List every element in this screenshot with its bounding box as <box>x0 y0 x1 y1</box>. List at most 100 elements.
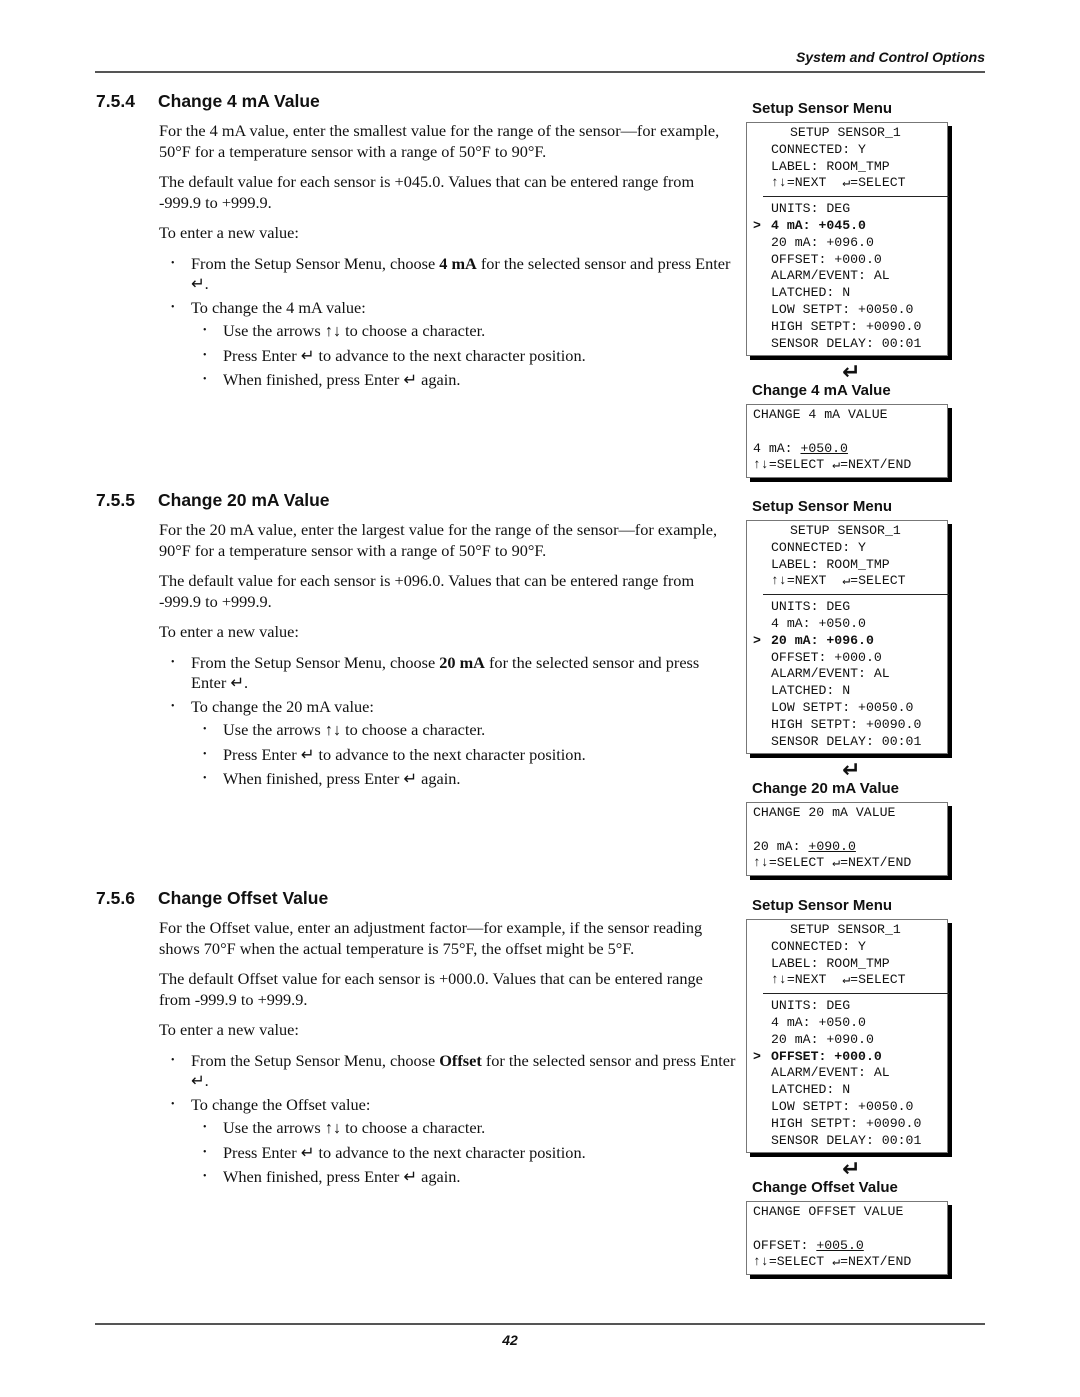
menu-item-text: UNITS: DEG <box>771 201 851 217</box>
menu-item-text: LATCHED: N <box>771 683 851 699</box>
section-number: 7.5.4 <box>96 91 135 111</box>
setup-sensor-screen: SETUP SENSOR_1 CONNECTED: Y LABEL: ROOM_TM… <box>746 122 949 357</box>
screen-title: CHANGE 4 mA VALUE <box>753 407 888 422</box>
list-item: To change the 20 mA value: Use the arrow… <box>159 697 736 790</box>
menu-item: UNITS: DEG <box>747 998 947 1015</box>
screen-line: CONNECTED: Y <box>771 938 866 954</box>
selected-menu-item: >20 mA: +096.0 <box>747 633 947 650</box>
paragraph: For the 4 mA value, enter the smallest v… <box>159 121 720 161</box>
menu-item: LOW SETPT: +0050.0 <box>747 302 947 319</box>
menu-item-text: OFFSET: +000.0 <box>771 251 882 267</box>
change-label: Change 4 mA Value <box>752 382 891 399</box>
menu-item-text: HIGH SETPT: +0090.0 <box>771 716 922 732</box>
sub-step-list: Use the arrows ↑↓ to choose a character.… <box>191 321 736 391</box>
cursor-icon: > <box>753 632 761 648</box>
menu-item: UNITS: DEG <box>747 599 947 616</box>
list-item: To change the 4 mA value: Use the arrows… <box>159 298 736 391</box>
menu-item: SENSOR DELAY: 00:01 <box>747 734 947 751</box>
value-line: 4 mA: +050.0 <box>747 441 947 458</box>
paragraph: For the 20 mA value, enter the largest v… <box>159 520 718 560</box>
section-title: Change 4 mA Value <box>158 91 320 111</box>
paragraph: To enter a new value: <box>159 1020 299 1039</box>
menu-item-text: LATCHED: N <box>771 285 851 301</box>
menu-item-text: ALARM/EVENT: AL <box>771 1065 890 1081</box>
list-item: When finished, press Enter ↵ again. <box>191 370 736 391</box>
value-field-label: 20 mA: <box>753 838 809 854</box>
screen-line: LABEL: ROOM_TMP <box>771 955 890 971</box>
menu-item: ALARM/EVENT: AL <box>747 268 947 285</box>
cursor-icon: > <box>753 217 761 233</box>
selected-menu-item: >4 mA: +045.0 <box>747 218 947 235</box>
menu-item: UNITS: DEG <box>747 201 947 218</box>
section-heading: 7.5.4 Change 4 mA Value <box>96 91 736 115</box>
list-item: Use the arrows ↑↓ to choose a character. <box>191 321 736 342</box>
menu-item-text: 4 mA: +045.0 <box>771 217 866 233</box>
menu-item: ALARM/EVENT: AL <box>747 1065 947 1082</box>
cursor-icon: > <box>753 1048 761 1064</box>
section-title: Change 20 mA Value <box>158 490 330 510</box>
list-item: Press Enter ↵ to advance to the next cha… <box>191 346 736 367</box>
screen-title: SETUP SENSOR_1 <box>790 922 901 937</box>
step-list: From the Setup Sensor Menu, choose Offse… <box>159 1051 736 1188</box>
screen-title: CHANGE OFFSET VALUE <box>753 1204 904 1219</box>
change-value-screen: CHANGE 4 mA VALUE 4 mA: +050.0 ↑↓=SELECT ↵… <box>746 404 948 479</box>
enter-arrow-icon: ↵ <box>842 1157 861 1182</box>
screen-line: CONNECTED: Y <box>771 141 866 157</box>
menu-item: OFFSET: +000.0 <box>747 252 947 269</box>
menu-item-text: 20 mA: +096.0 <box>771 632 874 648</box>
sub-step-list: Use the arrows ↑↓ to choose a character.… <box>191 1118 736 1188</box>
screen-nav-hint: ↑↓=SELECT ↵=NEXT/END <box>753 457 912 473</box>
section-change-4ma: 7.5.4 Change 4 mA Value For the 4 mA val… <box>96 91 736 395</box>
page-number: 42 <box>502 1332 518 1348</box>
section-number: 7.5.6 <box>96 888 135 908</box>
screen-line: LABEL: ROOM_TMP <box>771 556 890 572</box>
paragraph: The default Offset value for each sensor… <box>159 969 703 1009</box>
screen-nav-hint: ↑↓=SELECT ↵=NEXT/END <box>753 1254 912 1270</box>
menu-item: SENSOR DELAY: 00:01 <box>747 1133 947 1150</box>
menu-item-text: 4 mA: +050.0 <box>771 615 866 631</box>
paragraph: For the Offset value, enter an adjustmen… <box>159 918 703 958</box>
menu-item-text: LOW SETPT: +0050.0 <box>771 1098 914 1114</box>
value-line: OFFSET: +005.0 <box>747 1238 947 1255</box>
list-item: Press Enter ↵ to advance to the next cha… <box>191 1143 736 1164</box>
screen-line: CONNECTED: Y <box>771 539 866 555</box>
screen-title: SETUP SENSOR_1 <box>790 125 901 140</box>
step-list: From the Setup Sensor Menu, choose 20 mA… <box>159 653 736 790</box>
section-heading: 7.5.6 Change Offset Value <box>96 888 736 912</box>
menu-item-text: LATCHED: N <box>771 1082 851 1098</box>
menu-item: HIGH SETPT: +0090.0 <box>747 1116 947 1133</box>
menu-item-text: OFFSET: +000.0 <box>771 649 882 665</box>
menu-item: LATCHED: N <box>747 1082 947 1099</box>
menu-item-text: SENSOR DELAY: 00:01 <box>771 1132 922 1148</box>
paragraph: The default value for each sensor is +04… <box>159 172 695 212</box>
value-field: +050.0 <box>800 440 848 456</box>
screen-divider <box>763 594 949 596</box>
paragraph: To enter a new value: <box>159 223 299 242</box>
screen-divider <box>763 993 949 995</box>
section-title: Change Offset Value <box>158 888 329 908</box>
menu-item: HIGH SETPT: +0090.0 <box>747 717 947 734</box>
list-item: Use the arrows ↑↓ to choose a character. <box>191 1118 736 1139</box>
menu-item: LOW SETPT: +0050.0 <box>747 700 947 717</box>
menu-label: Setup Sensor Menu <box>752 100 893 117</box>
value-field: +090.0 <box>808 838 856 854</box>
list-item: From the Setup Sensor Menu, choose 20 mA… <box>159 653 736 694</box>
menu-item: LATCHED: N <box>747 683 947 700</box>
list-item: From the Setup Sensor Menu, choose Offse… <box>159 1051 736 1092</box>
list-item: To change the Offset value: Use the arro… <box>159 1095 736 1188</box>
change-value-screen: CHANGE 20 mA VALUE 20 mA: +090.0 ↑↓=SELECT… <box>746 802 948 877</box>
value-field-label: 4 mA: <box>753 440 801 456</box>
value-line: 20 mA: +090.0 <box>747 839 947 856</box>
menu-item-text: 20 mA: +096.0 <box>771 234 874 250</box>
screen-title: SETUP SENSOR_1 <box>790 523 901 538</box>
screen-divider <box>763 196 949 198</box>
screen-nav-hint: ↑↓=NEXT ↵=SELECT <box>771 573 906 589</box>
list-item: When finished, press Enter ↵ again. <box>191 1167 736 1188</box>
menu-label: Setup Sensor Menu <box>752 498 893 515</box>
section-number: 7.5.5 <box>96 490 135 510</box>
menu-item: 4 mA: +050.0 <box>747 616 947 633</box>
screen-nav-hint: ↑↓=NEXT ↵=SELECT <box>771 972 906 988</box>
menu-label: Setup Sensor Menu <box>752 897 893 914</box>
footer-rule <box>95 1323 985 1325</box>
